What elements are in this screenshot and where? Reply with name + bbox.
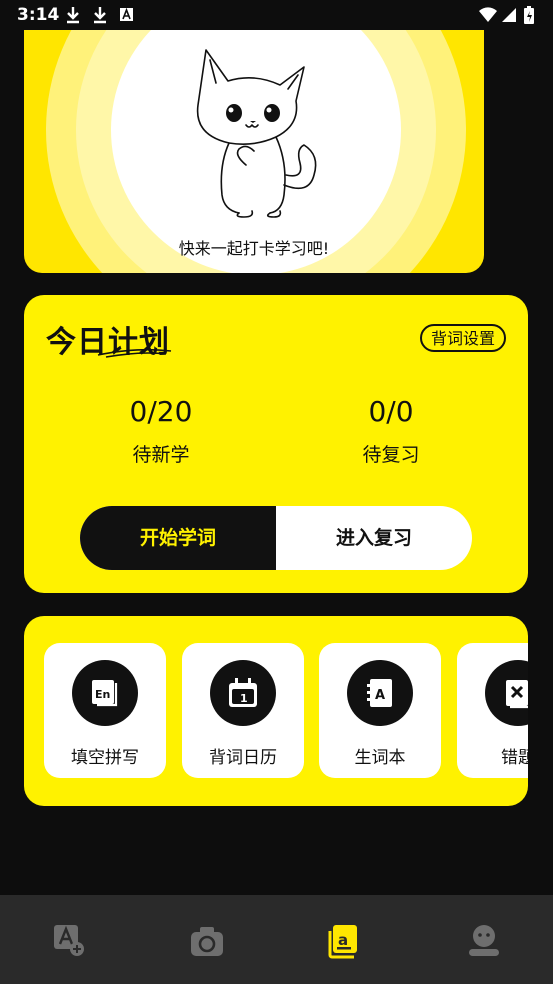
stat-value: 0/0 <box>368 395 414 428</box>
camera-icon <box>191 927 223 956</box>
cat-illustration <box>196 49 317 218</box>
tool-error-questions[interactable]: 错题 <box>457 643 528 778</box>
en-book-icon: En <box>92 680 118 707</box>
tools-panel: En 填空拼写 1 背词日历 A 生词本 错题 <box>24 616 528 806</box>
nav-camera[interactable] <box>189 923 225 959</box>
svg-text:1: 1 <box>240 692 248 705</box>
stat-new-words: 0/20 待新学 <box>81 395 241 467</box>
stat-label: 待新学 <box>132 444 190 466</box>
profile-icon <box>469 925 499 956</box>
tool-fill-spelling[interactable]: En 填空拼写 <box>44 643 166 778</box>
stat-value: 0/20 <box>129 395 193 428</box>
battery-icon <box>524 6 534 24</box>
tool-label: 生词本 <box>354 748 406 768</box>
address-book-icon: A <box>367 679 392 707</box>
hero-caption: 快来一起打卡学习吧! <box>178 239 330 258</box>
tool-label: 背词日历 <box>209 748 277 768</box>
enter-review-button[interactable]: 进入复习 <box>276 506 472 570</box>
start-learning-button[interactable]: 开始学词 <box>80 506 276 570</box>
hero-banner: 快来一起打卡学习吧! <box>24 30 484 273</box>
calendar-icon: 1 <box>229 678 257 707</box>
download-icon <box>67 7 79 24</box>
tool-label: 错题 <box>501 748 528 768</box>
word-settings-button[interactable]: 背词设置 <box>419 324 506 352</box>
svg-text:En: En <box>95 688 110 701</box>
notification-a-icon <box>120 7 133 21</box>
tool-label: 填空拼写 <box>71 748 139 768</box>
tool-word-calendar[interactable]: 1 背词日历 <box>182 643 304 778</box>
nav-translate[interactable] <box>52 923 88 959</box>
stat-label: 待复习 <box>362 444 420 466</box>
wordbook-icon: a <box>328 925 357 959</box>
svg-text:a: a <box>338 931 348 949</box>
status-time: 3:14 <box>17 5 60 25</box>
today-plan-card: 今日计划 背词设置 0/20 待新学 0/0 待复习 开始学词 进入复习 <box>24 295 528 593</box>
nav-wordbook[interactable]: a <box>327 923 363 959</box>
signal-icon <box>502 8 516 22</box>
status-bar: 3:14 <box>0 0 553 30</box>
title-underline-decoration <box>97 348 172 358</box>
stat-review-words: 0/0 待复习 <box>311 395 471 467</box>
nav-profile[interactable] <box>466 923 502 959</box>
error-note-icon <box>506 680 528 709</box>
translate-icon <box>54 925 84 956</box>
svg-text:A: A <box>375 688 385 703</box>
study-mode-toggle: 开始学词 进入复习 <box>80 506 472 570</box>
download-icon <box>94 7 106 24</box>
bottom-navigation: a <box>0 895 553 984</box>
wifi-icon <box>479 7 497 22</box>
tool-vocab-book[interactable]: A 生词本 <box>319 643 441 778</box>
